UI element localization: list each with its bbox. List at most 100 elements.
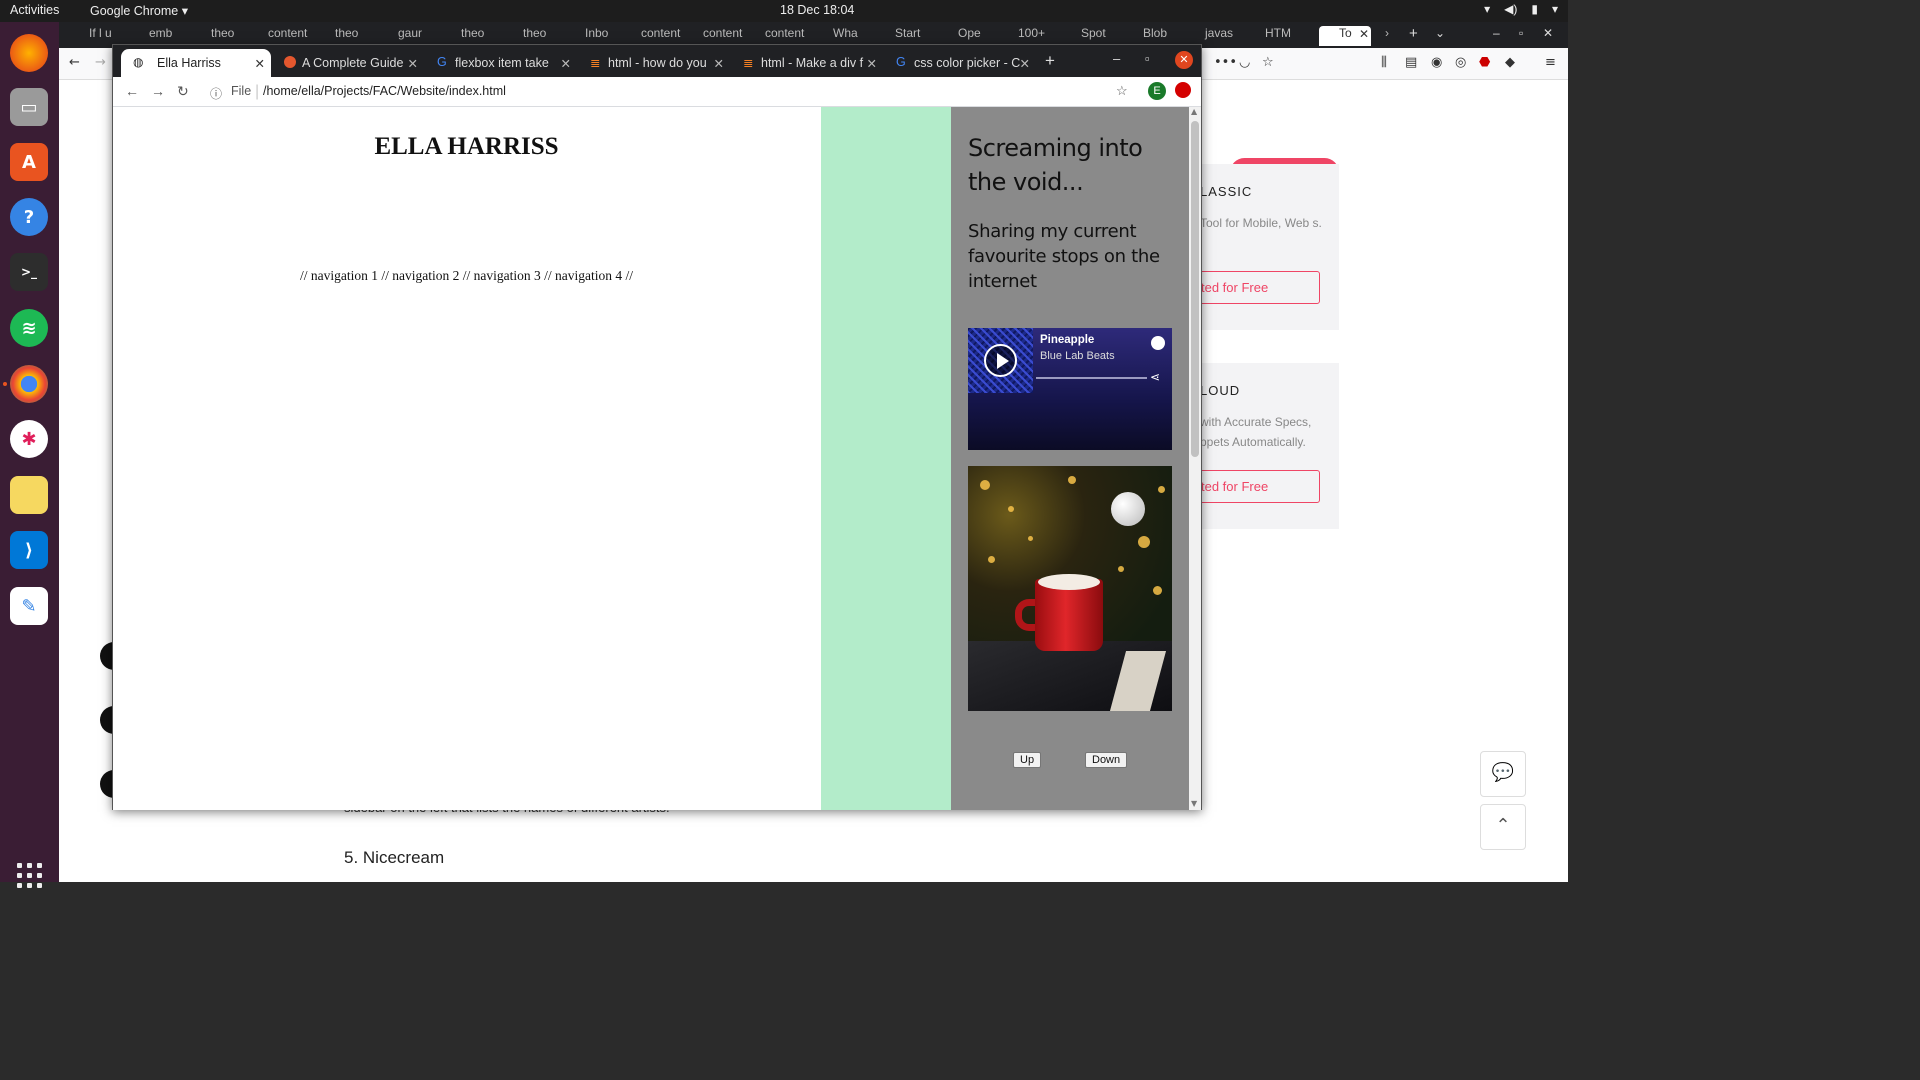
chevron-down-icon[interactable]: ⌄: [1435, 26, 1445, 40]
back-icon[interactable]: ←: [69, 55, 80, 70]
firefox-tab[interactable]: theo: [207, 26, 252, 46]
tab-label: html - Make a div f: [761, 56, 864, 70]
file-label: File: [231, 84, 252, 98]
firefox-tab[interactable]: javas: [1201, 26, 1246, 46]
close-window-icon[interactable]: ✕: [1175, 51, 1193, 69]
more-icon[interactable]: •••: [1214, 55, 1237, 70]
new-tab-icon[interactable]: +: [1409, 25, 1418, 42]
new-tab-icon[interactable]: +: [1045, 51, 1055, 71]
close-icon[interactable]: ✕: [1020, 56, 1030, 71]
software-center-icon[interactable]: A: [10, 143, 48, 181]
account-icon[interactable]: ◉: [1431, 55, 1442, 70]
close-icon[interactable]: ✕: [867, 56, 877, 71]
sidebar-icon[interactable]: ▤: [1405, 55, 1417, 70]
help-icon[interactable]: ?: [10, 198, 48, 236]
spotify-icon[interactable]: ≋: [10, 309, 48, 347]
chrome-tab-ella-harriss[interactable]: ◍ Ella Harriss ✕: [121, 49, 271, 77]
firefox-tab[interactable]: Start: [891, 26, 936, 46]
minimize-icon[interactable]: –: [1493, 26, 1500, 40]
firefox-tab[interactable]: theo: [519, 26, 564, 46]
maximize-icon[interactable]: ▫: [1145, 51, 1150, 66]
scrollbar-thumb[interactable]: [1191, 121, 1199, 457]
spotify-embed[interactable]: Pineapple Blue Lab Beats ⋖: [968, 328, 1172, 450]
share-icon[interactable]: ⋖: [1150, 370, 1160, 384]
terminal-icon[interactable]: >_: [10, 253, 48, 291]
show-applications-icon[interactable]: [17, 863, 43, 889]
close-icon[interactable]: ✕: [561, 56, 571, 71]
chevron-right-icon[interactable]: ›: [1385, 26, 1389, 40]
firefox-tab[interactable]: Ope: [954, 26, 999, 46]
close-icon[interactable]: ✕: [408, 56, 418, 71]
minimize-icon[interactable]: –: [1113, 51, 1120, 66]
get-started-button[interactable]: ted for Free: [1190, 271, 1320, 304]
firefox-tab[interactable]: Inbo: [581, 26, 626, 46]
firefox-tab[interactable]: content: [699, 26, 747, 46]
chrome-tab-complete-guide[interactable]: A Complete Guide ✕: [276, 49, 424, 77]
pocket-icon[interactable]: ◡: [1239, 55, 1250, 70]
chrome-tab-flexbox[interactable]: G flexbox item take ✕: [429, 49, 577, 77]
extension-icon[interactable]: ◎: [1455, 55, 1466, 70]
artist-name[interactable]: Blue Lab Beats: [1040, 350, 1115, 362]
firefox-tab[interactable]: 100+: [1014, 26, 1059, 46]
menu-icon[interactable]: ≡: [1545, 55, 1556, 70]
bookmark-star-icon[interactable]: ☆: [1262, 55, 1274, 70]
close-icon[interactable]: ✕: [255, 56, 265, 71]
library-icon[interactable]: ⫼: [1381, 55, 1387, 70]
scroll-top-button[interactable]: ⌃: [1480, 804, 1526, 850]
song-title[interactable]: Pineapple: [1040, 334, 1094, 346]
close-icon[interactable]: ✕: [1543, 26, 1553, 40]
info-icon[interactable]: ⓘ: [210, 85, 222, 102]
profile-avatar[interactable]: E: [1148, 82, 1166, 100]
firefox-tab[interactable]: theo: [331, 26, 376, 46]
get-started-button[interactable]: ted for Free: [1190, 470, 1320, 503]
url-input[interactable]: /home/ella/Projects/FAC/Website/index.ht…: [263, 84, 506, 98]
chat-button[interactable]: 💬: [1480, 751, 1526, 797]
firefox-tab[interactable]: Blob: [1139, 26, 1184, 46]
extension-icon[interactable]: [1175, 82, 1191, 98]
close-icon[interactable]: ✕: [1359, 27, 1369, 41]
firefox-tab[interactable]: gaur: [394, 26, 439, 46]
tab-label: Ella Harriss: [157, 56, 221, 70]
firefox-tab[interactable]: content: [637, 26, 685, 46]
adblock-icon[interactable]: ⬣: [1479, 55, 1490, 70]
slack-icon[interactable]: ✱: [10, 420, 48, 458]
chrome-icon[interactable]: [10, 365, 48, 403]
firefox-tab[interactable]: HTM: [1261, 26, 1313, 46]
play-button[interactable]: [984, 344, 1017, 377]
system-tray[interactable]: ▾ ◀) ▮ ▾: [1484, 2, 1558, 16]
activities-button[interactable]: Activities: [10, 3, 59, 17]
text-editor-icon[interactable]: ✎: [10, 587, 48, 625]
extension-icon[interactable]: ◆: [1505, 55, 1515, 70]
app-menu[interactable]: Google Chrome ▾: [90, 3, 188, 18]
forward-icon[interactable]: →: [151, 83, 165, 99]
bookmark-star-icon[interactable]: ☆: [1116, 83, 1128, 99]
scroll-down-icon[interactable]: ▼: [1191, 799, 1197, 808]
firefox-tab[interactable]: theo: [457, 26, 502, 46]
forward-icon[interactable]: →: [95, 55, 106, 70]
sticky-notes-icon[interactable]: [10, 476, 48, 514]
firefox-tab[interactable]: Wha: [829, 26, 874, 46]
firefox-icon[interactable]: [10, 34, 48, 72]
scrollbar[interactable]: ▲ ▼: [1189, 107, 1201, 810]
down-button[interactable]: Down: [1085, 752, 1128, 768]
files-icon[interactable]: ▭: [10, 88, 48, 126]
navigation-bar[interactable]: // navigation 1 // navigation 2 // navig…: [113, 268, 820, 284]
back-icon[interactable]: ←: [125, 83, 139, 99]
firefox-tab[interactable]: emb: [145, 26, 190, 46]
clock[interactable]: 18 Dec 18:04: [780, 3, 854, 17]
restore-icon[interactable]: ▫: [1519, 26, 1523, 40]
progress-bar[interactable]: [1036, 377, 1147, 379]
close-icon[interactable]: ✕: [714, 56, 724, 71]
chrome-tab-stackoverflow[interactable]: ≣ html - Make a div f ✕: [735, 49, 883, 77]
scroll-up-icon[interactable]: ▲: [1191, 107, 1197, 116]
firefox-tab[interactable]: content: [761, 26, 809, 46]
chrome-tab-color-picker[interactable]: G css color picker - C ✕: [888, 49, 1036, 77]
chrome-tab-stackoverflow[interactable]: ≣ html - how do you ✕: [582, 49, 730, 77]
spotify-icon[interactable]: [1151, 336, 1165, 350]
reload-icon[interactable]: ↻: [177, 83, 189, 100]
up-button[interactable]: Up: [1013, 752, 1042, 768]
firefox-tab[interactable]: If l u: [85, 26, 125, 46]
vscode-icon[interactable]: ⟩: [10, 531, 48, 569]
firefox-tab[interactable]: Spot: [1077, 26, 1122, 46]
firefox-tab[interactable]: content: [264, 26, 314, 46]
